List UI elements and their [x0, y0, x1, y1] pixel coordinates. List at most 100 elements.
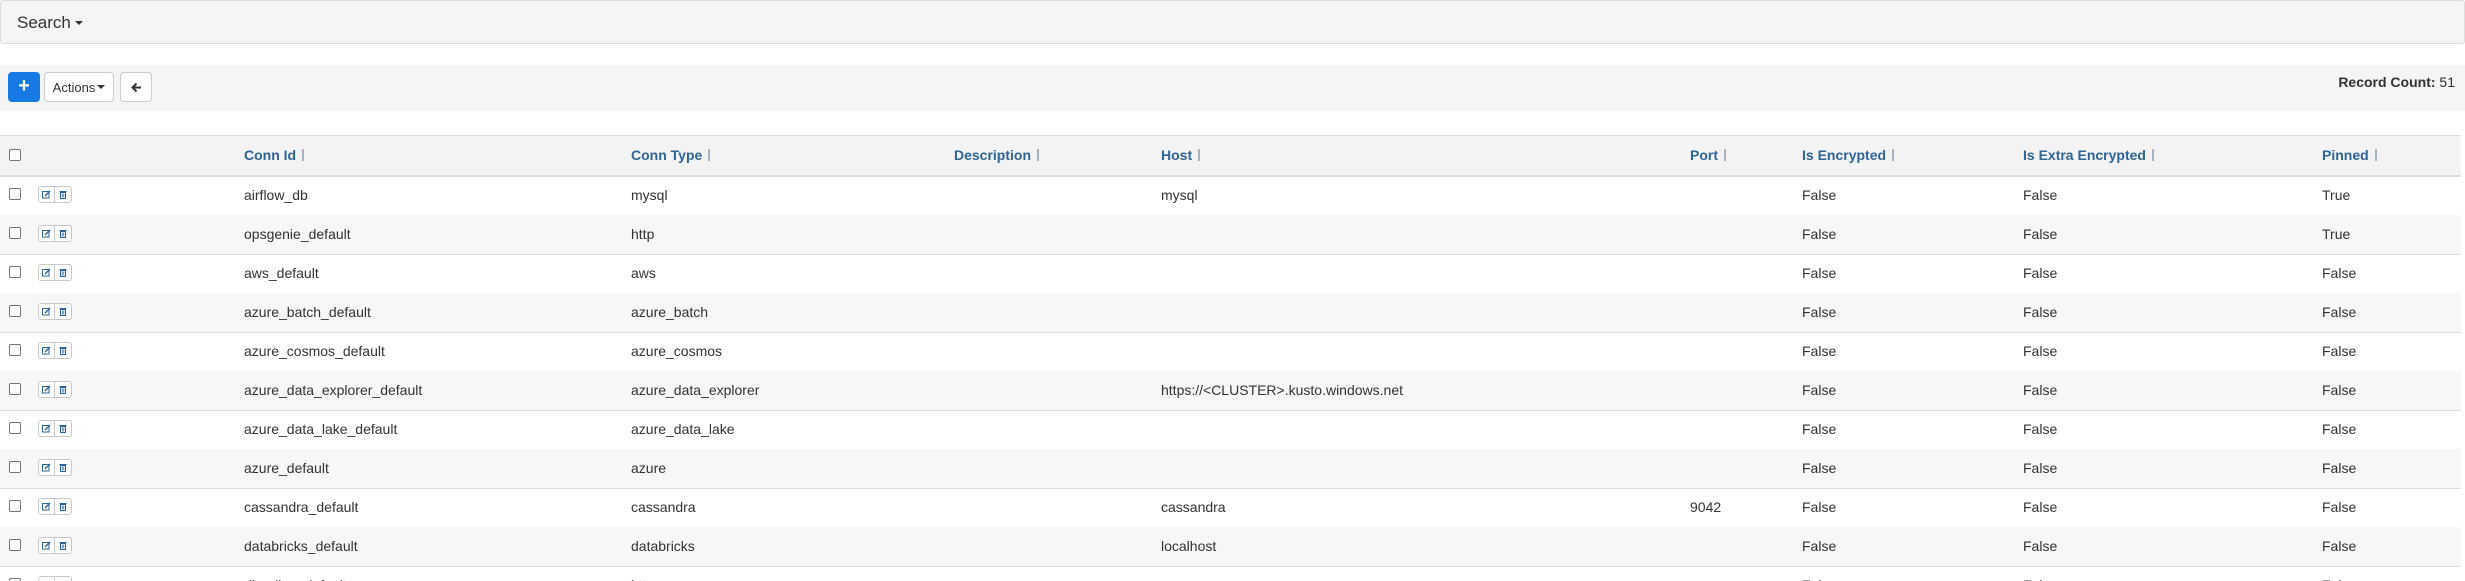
edit-icon — [42, 307, 51, 316]
column-header-port[interactable]: Port — [1690, 147, 1726, 163]
table-row: azure_batch_default azure_batch False False… — [0, 293, 2461, 333]
edit-record-button[interactable] — [38, 537, 55, 554]
cell-conn-id: dingding_default — [244, 577, 347, 581]
cell-pinned: False — [2322, 499, 2357, 515]
actions-dropdown[interactable]: Actions — [44, 72, 114, 102]
cell-is-extra-encrypted: False — [2023, 460, 2058, 476]
cell-conn-type: http — [631, 577, 654, 581]
column-header-description[interactable]: Description — [954, 147, 1040, 163]
cell-pinned: False — [2322, 265, 2357, 281]
column-header-is-extra-encrypted[interactable]: Is Extra Encrypted — [2023, 147, 2154, 163]
trash-icon — [59, 386, 67, 394]
cell-is-encrypted: False — [1802, 538, 1837, 554]
column-header-pinned[interactable]: Pinned — [2322, 147, 2377, 163]
cell-host: localhost — [1161, 538, 1217, 554]
row-select-checkbox[interactable] — [9, 344, 21, 356]
cell-is-encrypted: False — [1802, 421, 1837, 437]
edit-record-button[interactable] — [38, 303, 55, 320]
row-actions — [38, 186, 72, 203]
row-select-checkbox[interactable] — [9, 500, 21, 512]
row-actions — [38, 420, 72, 437]
delete-record-button[interactable] — [55, 342, 72, 359]
sort-icon — [2374, 149, 2377, 161]
delete-record-button[interactable] — [55, 303, 72, 320]
cell-is-extra-encrypted: False — [2023, 538, 2058, 554]
search-label: Search — [17, 13, 71, 32]
edit-icon — [42, 541, 51, 550]
delete-record-button[interactable] — [55, 576, 72, 581]
cell-conn-type: azure_batch — [631, 304, 709, 320]
record-count-value: 51 — [2439, 74, 2455, 90]
row-select-checkbox[interactable] — [9, 266, 21, 278]
table-row: azure_data_explorer_default azure_data_ex… — [0, 371, 2461, 411]
cell-conn-id: azure_default — [244, 460, 329, 476]
edit-record-button[interactable] — [38, 420, 55, 437]
search-toggle[interactable]: Search — [17, 13, 83, 33]
delete-record-button[interactable] — [55, 459, 72, 476]
edit-record-button[interactable] — [38, 498, 55, 515]
row-select-checkbox[interactable] — [9, 227, 21, 239]
column-header-conn-id[interactable]: Conn Id — [244, 147, 305, 163]
cell-conn-id: airflow_db — [244, 187, 308, 203]
row-select-checkbox[interactable] — [9, 422, 21, 434]
cell-pinned: False — [2322, 304, 2357, 320]
row-select-checkbox[interactable] — [9, 305, 21, 317]
cell-conn-type: azure — [631, 460, 667, 476]
cell-pinned: False — [2322, 343, 2357, 359]
cell-is-extra-encrypted: False — [2023, 343, 2058, 359]
sort-icon — [1892, 149, 1895, 161]
cell-pinned: False — [2322, 421, 2357, 437]
edit-icon — [42, 463, 51, 472]
edit-record-button[interactable] — [38, 264, 55, 281]
edit-record-button[interactable] — [38, 459, 55, 476]
table-row: cassandra_default cassandra cassandra 9042 F… — [0, 488, 2461, 528]
cell-conn-type: mysql — [631, 187, 668, 203]
cell-conn-id: databricks_default — [244, 538, 358, 554]
delete-record-button[interactable] — [55, 381, 72, 398]
edit-icon — [42, 268, 51, 277]
row-actions — [38, 537, 72, 554]
row-select-checkbox[interactable] — [9, 383, 21, 395]
cell-conn-type: azure_data_explorer — [631, 382, 760, 398]
delete-record-button[interactable] — [55, 186, 72, 203]
caret-down-icon — [74, 21, 83, 25]
delete-record-button[interactable] — [55, 420, 72, 437]
search-panel: Search — [0, 0, 2465, 44]
cell-host: https://<CLUSTER>.kusto.windows.net — [1161, 382, 1403, 398]
row-actions — [38, 342, 72, 359]
table-row: azure_default azure False False False — [0, 449, 2461, 489]
row-actions — [38, 264, 72, 281]
column-header-is-encrypted[interactable]: Is Encrypted — [1802, 147, 1895, 163]
edit-record-button[interactable] — [38, 225, 55, 242]
add-record-button[interactable]: + — [8, 72, 40, 102]
cell-is-encrypted: False — [1802, 460, 1837, 476]
select-all-checkbox[interactable] — [9, 149, 21, 161]
cell-conn-type: aws — [631, 265, 656, 281]
delete-record-button[interactable] — [55, 225, 72, 242]
edit-record-button[interactable] — [38, 381, 55, 398]
list-toolbar: + Actions Record Count: 51 — [0, 65, 2465, 111]
edit-record-button[interactable] — [38, 342, 55, 359]
cell-pinned: False — [2322, 538, 2357, 554]
edit-record-button[interactable] — [38, 186, 55, 203]
delete-record-button[interactable] — [55, 264, 72, 281]
row-select-checkbox[interactable] — [9, 461, 21, 473]
column-header-conn-type[interactable]: Conn Type — [631, 147, 711, 163]
cell-pinned: False — [2322, 382, 2357, 398]
column-header-host[interactable]: Host — [1161, 147, 1201, 163]
row-actions — [38, 498, 72, 515]
edit-record-button[interactable] — [38, 576, 55, 581]
edit-icon — [42, 190, 51, 199]
table-row: azure_data_lake_default azure_data_lake Fa… — [0, 410, 2461, 450]
table-row: airflow_db mysql mysql False False True — [0, 176, 2461, 216]
sort-icon — [302, 149, 305, 161]
delete-record-button[interactable] — [55, 498, 72, 515]
cell-is-extra-encrypted: False — [2023, 382, 2058, 398]
row-select-checkbox[interactable] — [9, 539, 21, 551]
cell-host: cassandra — [1161, 499, 1226, 515]
actions-label: Actions — [52, 79, 96, 95]
delete-record-button[interactable] — [55, 537, 72, 554]
record-count-label: Record Count: — [2338, 74, 2436, 90]
row-select-checkbox[interactable] — [9, 188, 21, 200]
back-button[interactable] — [120, 72, 152, 102]
